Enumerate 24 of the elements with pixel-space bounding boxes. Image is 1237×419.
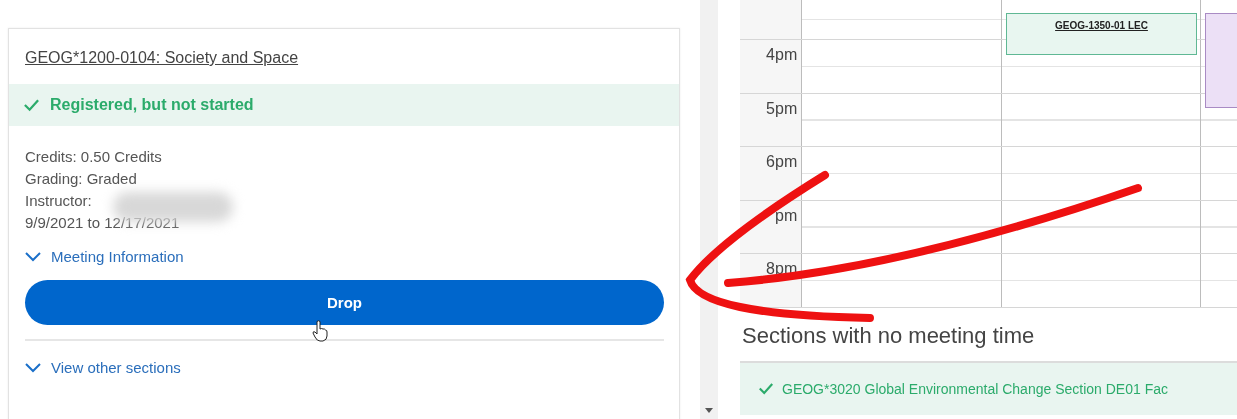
detail-text: 9/9/2021 to 12/17/2021 (25, 213, 180, 233)
scrollbar[interactable] (700, 0, 718, 419)
status-text: Registered, but not started (50, 96, 254, 114)
section-text: GEOG*3020 Global Environmental Change Section DE01 Fac (782, 380, 1168, 397)
drop-button[interactable]: Drop (25, 280, 664, 325)
section-heading: Sections with no meeting time (742, 322, 1036, 349)
view-other-sections-toggle[interactable]: View other sections (25, 359, 181, 376)
calendar-event[interactable] (1205, 13, 1237, 108)
check-icon (758, 382, 774, 395)
meeting-information-toggle[interactable]: Meeting Information (25, 248, 184, 265)
course-title-link[interactable]: GEOG*1200-0104: Society and Space (25, 49, 299, 67)
chevron-icon (25, 251, 41, 262)
time-label: pm (775, 206, 798, 224)
chevron-icon (25, 362, 41, 373)
detail-text: Credits: 0.50 Credits (25, 147, 162, 167)
calendar-event[interactable]: GEOG-1350-01 LEC (1006, 13, 1197, 55)
scroll-down-icon[interactable] (705, 408, 713, 413)
check-icon (23, 98, 40, 112)
hand-cursor-icon (312, 320, 328, 342)
time-label: 5pm (766, 99, 798, 117)
detail-text: Grading: Graded (25, 169, 137, 189)
detail-text: Instructor: (25, 191, 92, 211)
time-label: 6pm (766, 153, 798, 170)
time-label: 4pm (766, 46, 798, 63)
